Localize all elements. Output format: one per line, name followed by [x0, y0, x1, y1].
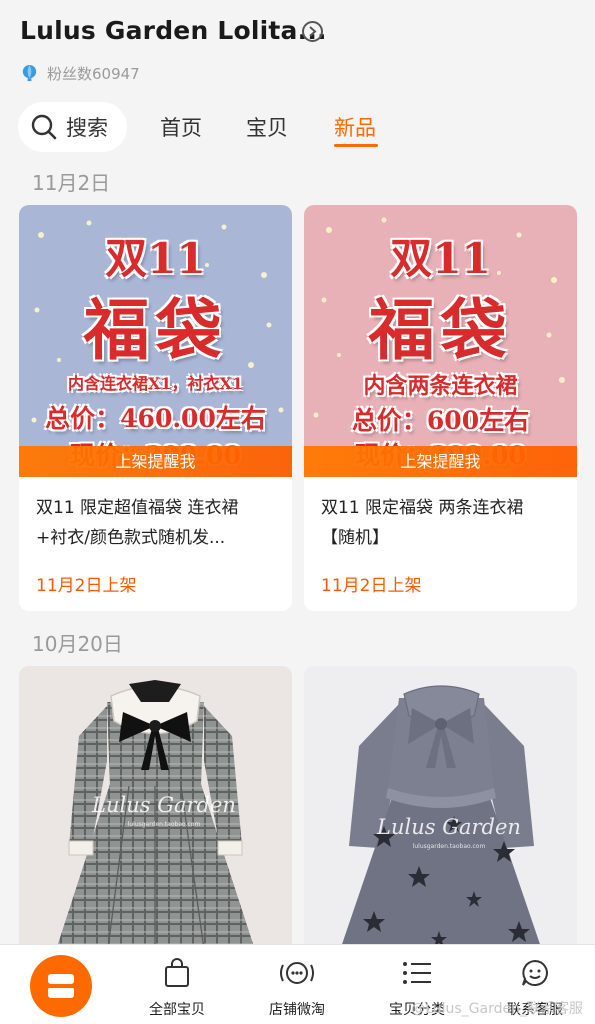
banner-line4: 总价：460.00左右 [45, 404, 266, 433]
product-title: 双11 限定福袋 两条连衣裙 【随机】 [321, 493, 566, 553]
chevron-right-icon[interactable] [302, 21, 323, 42]
search-label: 搜索 [66, 116, 108, 140]
shopping-bag-icon [165, 958, 189, 987]
product-image: Lulus Garden lulusgarden.taobao.com [19, 666, 292, 956]
active-tab-indicator [334, 144, 378, 147]
product-card[interactable]: Lulus Garden lulusgarden.taobao.com [19, 666, 292, 956]
banner-line4: 总价：600左右 [351, 406, 530, 435]
fans-count: 粉丝数60947 [20, 62, 140, 84]
store-icon [48, 974, 74, 998]
nav-label: 全部宝贝 [149, 1002, 205, 1018]
section-date: 11月2日 [32, 171, 111, 195]
watermark-text: Lulus Garden [376, 815, 521, 839]
shop-nav: 搜索 首页 宝贝 新品 [0, 100, 595, 154]
nav-all-items[interactable]: 全部宝贝 [122, 957, 232, 1019]
product-title-line1: 双11 限定福袋 两条连衣裙 [321, 498, 524, 518]
release-date: 11月2日上架 [36, 576, 137, 596]
product-card[interactable]: 双11 福袋 内含连衣裙X1，衬衣X1 总价：460.00左右 现价：399.0… [19, 205, 292, 611]
tab-home[interactable]: 首页 [160, 112, 202, 142]
product-card[interactable]: Lulus Garden lulusgarden.taobao.com [304, 666, 577, 956]
nav-label: 店铺微淘 [269, 1002, 325, 1018]
platform-watermark: @Lulus_Garden_联系客服 [411, 1001, 583, 1017]
shop-name[interactable]: Lulus Garden Lolita... [20, 16, 327, 45]
nav-shop-feed[interactable]: 店铺微淘 [242, 957, 352, 1019]
banner-line2: 福袋 [368, 291, 513, 369]
product-title-line1: 双11 限定超值福袋 连衣裙 [36, 498, 239, 518]
product-card[interactable]: 双11 福袋 内含两条连衣裙 总价：600左右 现价：399.00 上架提醒我 … [304, 205, 577, 611]
banner-line3: 内含连衣裙X1，衬衣X1 [67, 374, 244, 393]
watermark-text: Lulus Garden [91, 793, 236, 817]
shop-home-button[interactable] [30, 955, 92, 1017]
star-dress-photo: Lulus Garden lulusgarden.taobao.com [304, 666, 577, 956]
plaid-dress-photo: Lulus Garden lulusgarden.taobao.com [19, 666, 292, 956]
banner-line3: 内含两条连衣裙 [363, 373, 518, 399]
watermark-subtext: lulusgarden.taobao.com [413, 843, 486, 850]
remind-me-button[interactable]: 上架提醒我 [304, 446, 577, 477]
search-icon [31, 114, 57, 140]
list-icon [403, 962, 431, 984]
release-date: 11月2日上架 [321, 576, 422, 596]
hot-air-balloon-icon [22, 64, 37, 81]
section-date: 10月20日 [32, 632, 123, 656]
product-image: 双11 福袋 内含连衣裙X1，衬衣X1 总价：460.00左右 现价：399.0… [19, 205, 292, 477]
watermark-subtext: lulusgarden.taobao.com [128, 821, 201, 828]
product-image: Lulus Garden lulusgarden.taobao.com [304, 666, 577, 956]
fans-label: 粉丝数60947 [47, 64, 140, 83]
product-title: 双11 限定超值福袋 连衣裙 +衬衣/颜色款式随机发... [36, 493, 281, 553]
chat-face-icon [522, 959, 548, 986]
product-title-line2: +衬衣/颜色款式随机发... [36, 528, 226, 548]
remind-me-button[interactable]: 上架提醒我 [19, 446, 292, 477]
search-button[interactable]: 搜索 [18, 102, 127, 152]
banner-line2: 福袋 [83, 291, 228, 369]
product-image: 双11 福袋 内含两条连衣裙 总价：600左右 现价：399.00 上架提醒我 [304, 205, 577, 477]
broadcast-icon [280, 962, 314, 984]
tab-new-arrivals[interactable]: 新品 [334, 112, 376, 142]
product-title-line2: 【随机】 [321, 528, 389, 548]
tab-items[interactable]: 宝贝 [246, 112, 288, 142]
